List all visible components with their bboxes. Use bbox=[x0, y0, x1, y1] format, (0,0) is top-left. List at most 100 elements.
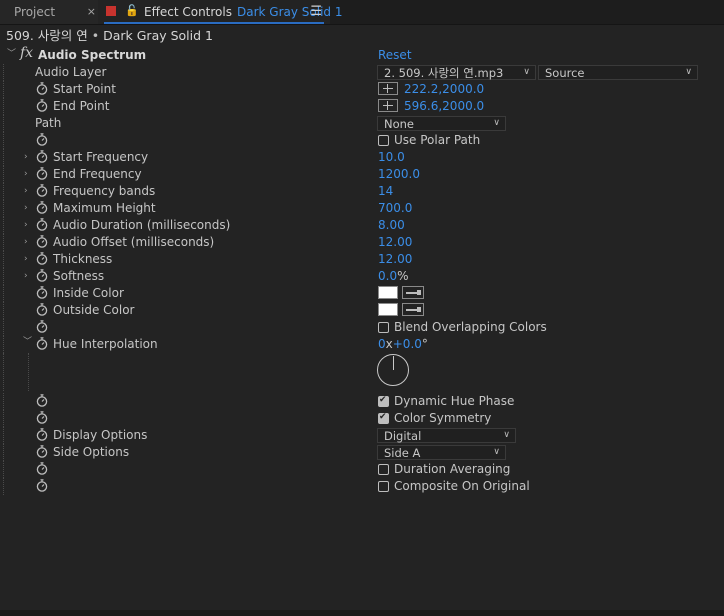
prop-audio-layer: Audio Layer 2. 509. 사랑의 연.mp3 ∨ Source ∨ bbox=[0, 64, 724, 81]
stopwatch-icon[interactable] bbox=[36, 303, 48, 316]
chevron-right-icon[interactable]: › bbox=[24, 271, 28, 282]
stopwatch-icon[interactable] bbox=[36, 337, 48, 350]
crosshair-icon[interactable] bbox=[378, 82, 398, 95]
close-icon[interactable]: × bbox=[87, 0, 96, 24]
hue-degrees[interactable]: +0.0 bbox=[393, 337, 422, 351]
checkbox-label: Use Polar Path bbox=[394, 133, 481, 147]
eyedropper-icon[interactable] bbox=[402, 303, 424, 316]
crosshair-icon[interactable] bbox=[378, 99, 398, 112]
audio-source-dropdown[interactable]: Source ∨ bbox=[538, 65, 698, 80]
prop-label: Hue Interpolation bbox=[53, 337, 158, 351]
stopwatch-icon[interactable] bbox=[36, 184, 48, 197]
end-frequency-value[interactable]: 1200.0 bbox=[378, 166, 420, 183]
checkbox-label: Color Symmetry bbox=[394, 411, 492, 425]
chevron-right-icon[interactable]: › bbox=[24, 220, 28, 231]
prop-label: Start Frequency bbox=[53, 150, 149, 164]
dynamic-hue-phase-checkbox[interactable] bbox=[378, 394, 389, 407]
stopwatch-icon[interactable] bbox=[36, 479, 48, 492]
prop-use-polar-path: Use Polar Path bbox=[0, 132, 724, 149]
chevron-right-icon[interactable]: › bbox=[24, 169, 28, 180]
tree-line bbox=[3, 410, 4, 427]
chevron-down-icon[interactable]: ﹀ bbox=[23, 337, 32, 348]
prop-maximum-height: › Maximum Height 700.0 bbox=[0, 200, 724, 217]
reset-button[interactable]: Reset bbox=[378, 47, 412, 64]
stopwatch-icon[interactable] bbox=[36, 167, 48, 180]
prop-end-frequency: › End Frequency 1200.0 bbox=[0, 166, 724, 183]
tree-line bbox=[3, 336, 4, 353]
prop-label: Path bbox=[35, 116, 62, 130]
stopwatch-icon[interactable] bbox=[36, 269, 48, 282]
duration-averaging-checkbox[interactable] bbox=[378, 464, 389, 475]
softness-value[interactable]: 0.0 bbox=[378, 269, 397, 283]
audio-layer-dropdown[interactable]: 2. 509. 사랑의 연.mp3 ∨ bbox=[377, 65, 536, 80]
blend-overlapping-checkbox[interactable] bbox=[378, 322, 389, 333]
stopwatch-icon[interactable] bbox=[36, 428, 48, 441]
softness-value-group: 0.0% bbox=[378, 268, 409, 285]
inside-color-swatch[interactable] bbox=[378, 286, 398, 299]
tree-line bbox=[3, 200, 4, 217]
end-point-value[interactable]: 596.6,2000.0 bbox=[404, 98, 484, 115]
prop-outside-color: Outside Color bbox=[0, 302, 724, 319]
start-frequency-value[interactable]: 10.0 bbox=[378, 149, 405, 166]
tree-line bbox=[28, 353, 29, 391]
stopwatch-icon[interactable] bbox=[36, 462, 48, 475]
stopwatch-icon[interactable] bbox=[36, 320, 48, 333]
chevron-down-icon[interactable]: ﹀ bbox=[7, 49, 16, 60]
tab-effect-controls[interactable]: 🔓 Effect Controls Dark Gray Solid 1 ☰ bbox=[98, 0, 342, 24]
tab-project[interactable]: Project × bbox=[0, 0, 98, 24]
chevron-right-icon[interactable]: › bbox=[24, 237, 28, 248]
tree-line bbox=[3, 353, 4, 391]
chevron-right-icon[interactable]: › bbox=[24, 186, 28, 197]
stopwatch-icon[interactable] bbox=[36, 252, 48, 265]
eyedropper-icon[interactable] bbox=[402, 286, 424, 299]
fx-icon[interactable]: fx bbox=[20, 45, 33, 61]
outside-color-swatch[interactable] bbox=[378, 303, 398, 316]
stopwatch-icon[interactable] bbox=[36, 411, 48, 424]
prop-dynamic-hue-phase: Dynamic Hue Phase bbox=[0, 393, 724, 410]
lock-icon[interactable]: 🔓 bbox=[125, 0, 139, 23]
softness-unit: % bbox=[397, 269, 409, 283]
prop-label: Thickness bbox=[53, 252, 113, 266]
stopwatch-icon[interactable] bbox=[36, 201, 48, 214]
stopwatch-icon[interactable] bbox=[36, 394, 48, 407]
dropdown-value: 2. 509. 사랑의 연.mp3 bbox=[384, 66, 504, 80]
thickness-value[interactable]: 12.00 bbox=[378, 251, 412, 268]
effect-name[interactable]: Audio Spectrum bbox=[38, 47, 146, 64]
chevron-down-icon: ∨ bbox=[493, 447, 500, 457]
chevron-right-icon[interactable]: › bbox=[24, 203, 28, 214]
display-options-dropdown[interactable]: Digital ∨ bbox=[377, 428, 516, 443]
dropdown-value: Side A bbox=[384, 446, 421, 460]
audio-duration-value[interactable]: 8.00 bbox=[378, 217, 405, 234]
stopwatch-icon[interactable] bbox=[36, 133, 48, 146]
prop-label: Inside Color bbox=[53, 286, 124, 300]
stopwatch-icon[interactable] bbox=[36, 445, 48, 458]
prop-label: Maximum Height bbox=[53, 201, 156, 215]
composite-on-original-checkbox[interactable] bbox=[378, 481, 389, 492]
frequency-bands-value[interactable]: 14 bbox=[378, 183, 393, 200]
hue-angle-value: 0x+0.0° bbox=[378, 336, 428, 353]
stopwatch-icon[interactable] bbox=[36, 235, 48, 248]
hue-revolutions[interactable]: 0 bbox=[378, 337, 386, 351]
stopwatch-icon[interactable] bbox=[36, 286, 48, 299]
stopwatch-icon[interactable] bbox=[36, 82, 48, 95]
audio-offset-value[interactable]: 12.00 bbox=[378, 234, 412, 251]
chevron-right-icon[interactable]: › bbox=[24, 152, 28, 163]
stopwatch-icon[interactable] bbox=[36, 99, 48, 112]
breadcrumb: 509. 사랑의 연 • Dark Gray Solid 1 bbox=[0, 27, 213, 45]
start-point-value[interactable]: 222.2,2000.0 bbox=[404, 81, 484, 98]
side-options-dropdown[interactable]: Side A ∨ bbox=[377, 445, 506, 460]
hue-angle-dial[interactable] bbox=[377, 354, 409, 386]
tree-line bbox=[3, 461, 4, 478]
checkbox-label: Dynamic Hue Phase bbox=[394, 394, 515, 408]
panel-menu-icon[interactable]: ☰ bbox=[310, 0, 322, 24]
chevron-down-icon: ∨ bbox=[523, 67, 530, 77]
hue-x: x bbox=[385, 337, 393, 351]
maximum-height-value[interactable]: 700.0 bbox=[378, 200, 412, 217]
path-dropdown[interactable]: None ∨ bbox=[377, 116, 506, 131]
use-polar-path-checkbox[interactable] bbox=[378, 135, 389, 146]
color-symmetry-checkbox[interactable] bbox=[378, 411, 389, 424]
stopwatch-icon[interactable] bbox=[36, 218, 48, 231]
prop-audio-duration: › Audio Duration (milliseconds) 8.00 bbox=[0, 217, 724, 234]
stopwatch-icon[interactable] bbox=[36, 150, 48, 163]
chevron-right-icon[interactable]: › bbox=[24, 254, 28, 265]
